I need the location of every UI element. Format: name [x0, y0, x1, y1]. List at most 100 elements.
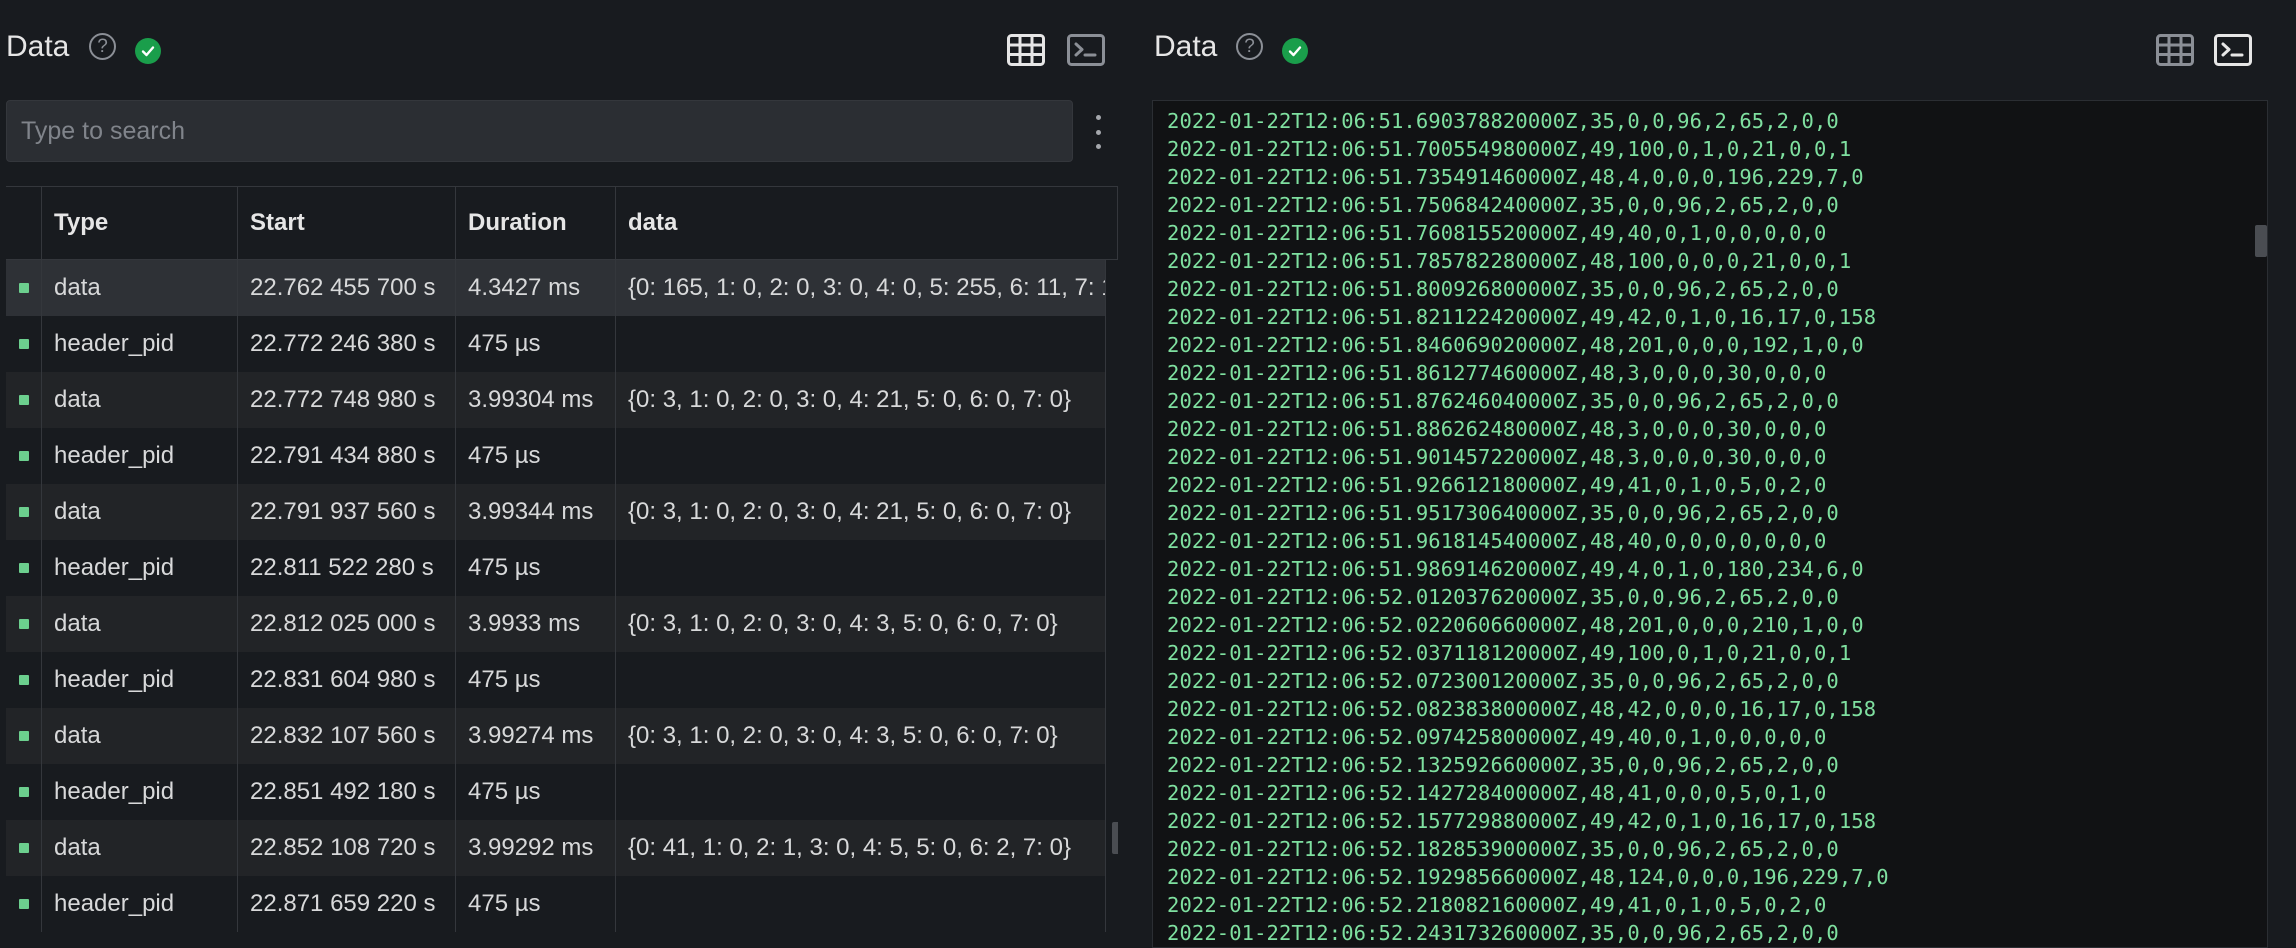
log-line: 2022-01-22T12:06:52.192985660000Z,48,124… — [1167, 865, 1889, 889]
console-view-button[interactable] — [2212, 30, 2254, 70]
log-line: 2022-01-22T12:06:51.961814540000Z,48,40,… — [1167, 529, 1827, 553]
cell-type: header_pid — [42, 428, 238, 484]
cell-start: 22.851 492 180 s — [238, 764, 456, 820]
console-view-button[interactable] — [1065, 30, 1107, 70]
cell-type: data — [42, 596, 238, 652]
cell-type: data — [42, 708, 238, 764]
cell-start: 22.772 748 980 s — [238, 372, 456, 428]
scrollbar-thumb[interactable] — [1112, 822, 1118, 854]
cell-type: data — [42, 484, 238, 540]
row-marker-cell — [6, 652, 42, 708]
cell-data — [616, 316, 1106, 372]
row-marker-cell — [6, 372, 42, 428]
terminal-icon — [1067, 34, 1105, 66]
table-row[interactable]: data 22.852 108 720 s 3.99292 ms {0: 41, 1:… — [6, 820, 1106, 876]
log-line: 2022-01-22T12:06:51.821122420000Z,49,42,… — [1167, 305, 1877, 329]
row-marker-cell — [6, 484, 42, 540]
log-line: 2022-01-22T12:06:52.243173260000Z,35,0,0… — [1167, 921, 1839, 945]
table-row[interactable]: header_pid 22.851 492 180 s 475 µs — [6, 764, 1106, 820]
log-line: 2022-01-22T12:06:51.800926800000Z,35,0,0… — [1167, 277, 1839, 301]
log-line: 2022-01-22T12:06:52.097425800000Z,49,40,… — [1167, 725, 1827, 749]
cell-duration: 3.99292 ms — [456, 820, 616, 876]
log-line: 2022-01-22T12:06:52.012037620000Z,35,0,0… — [1167, 585, 1839, 609]
row-marker-icon — [19, 451, 29, 461]
marker-column-header — [6, 187, 42, 259]
data-table: Type Start Duration data data 22.762 455 … — [6, 186, 1118, 948]
row-marker-icon — [19, 339, 29, 349]
column-header-duration[interactable]: Duration — [456, 187, 616, 259]
cell-type: data — [42, 260, 238, 316]
cell-data — [616, 428, 1106, 484]
cell-data — [616, 652, 1106, 708]
cell-duration: 3.99274 ms — [456, 708, 616, 764]
row-marker-icon — [19, 787, 29, 797]
log-line: 2022-01-22T12:06:51.951730640000Z,35,0,0… — [1167, 501, 1839, 525]
log-line: 2022-01-22T12:06:51.785782280000Z,48,100… — [1167, 249, 1852, 273]
cell-duration: 4.3427 ms — [456, 260, 616, 316]
table-row[interactable]: data 22.812 025 000 s 3.9933 ms {0: 3, 1: 0… — [6, 596, 1106, 652]
log-line: 2022-01-22T12:06:51.861277460000Z,48,3,0… — [1167, 361, 1827, 385]
cell-data — [616, 876, 1106, 932]
cell-data: {0: 3, 1: 0, 2: 0, 3: 0, 4: 21, 5: 0, 6:… — [616, 372, 1106, 428]
cell-duration: 3.99344 ms — [456, 484, 616, 540]
row-marker-icon — [19, 507, 29, 517]
panel-title: Data — [1154, 30, 1218, 63]
table-row[interactable]: data 22.832 107 560 s 3.99274 ms {0: 3, 1: … — [6, 708, 1106, 764]
row-marker-icon — [19, 563, 29, 573]
cell-type: header_pid — [42, 540, 238, 596]
column-header-start[interactable]: Start — [238, 187, 456, 259]
cell-type: header_pid — [42, 764, 238, 820]
cell-duration: 475 µs — [456, 876, 616, 932]
panel-title: Data — [6, 30, 70, 63]
console-output[interactable]: 2022-01-22T12:06:51.690378820000Z,35,0,0… — [1152, 100, 2268, 948]
row-marker-icon — [19, 843, 29, 853]
cell-duration: 475 µs — [456, 764, 616, 820]
log-line: 2022-01-22T12:06:51.986914620000Z,49,4,0… — [1167, 557, 1864, 581]
log-line: 2022-01-22T12:06:52.072300120000Z,35,0,0… — [1167, 669, 1839, 693]
search-box — [6, 100, 1073, 162]
log-line: 2022-01-22T12:06:52.142728400000Z,48,41,… — [1167, 781, 1827, 805]
log-line: 2022-01-22T12:06:51.886262480000Z,48,3,0… — [1167, 417, 1827, 441]
row-marker-cell — [6, 428, 42, 484]
row-marker-icon — [19, 619, 29, 629]
cell-duration: 475 µs — [456, 652, 616, 708]
terminal-icon — [2214, 34, 2252, 66]
kebab-menu-icon[interactable] — [1090, 115, 1106, 149]
log-line: 2022-01-22T12:06:52.022060660000Z,48,201… — [1167, 613, 1864, 637]
table-view-button[interactable] — [2154, 30, 2196, 70]
table-row[interactable]: header_pid 22.831 604 980 s 475 µs — [6, 652, 1106, 708]
question-circle-icon[interactable]: ? — [1236, 33, 1263, 60]
log-line: 2022-01-22T12:06:52.182853900000Z,35,0,0… — [1167, 837, 1839, 861]
cell-type: header_pid — [42, 316, 238, 372]
log-line: 2022-01-22T12:06:51.846069020000Z,48,201… — [1167, 333, 1864, 357]
table-row[interactable]: header_pid 22.772 246 380 s 475 µs — [6, 316, 1106, 372]
log-line: 2022-01-22T12:06:51.690378820000Z,35,0,0… — [1167, 109, 1839, 133]
table-header: Type Start Duration data — [6, 186, 1118, 260]
row-marker-cell — [6, 316, 42, 372]
table-row[interactable]: data 22.762 455 700 s 4.3427 ms {0: 165, 1:… — [6, 260, 1106, 316]
row-marker-cell — [6, 708, 42, 764]
table-icon — [2156, 34, 2194, 66]
column-header-type[interactable]: Type — [42, 187, 238, 259]
cell-data: {0: 3, 1: 0, 2: 0, 3: 0, 4: 21, 5: 0, 6:… — [616, 484, 1106, 540]
table-row[interactable]: header_pid 22.871 659 220 s 475 µs — [6, 876, 1106, 932]
cell-type: header_pid — [42, 652, 238, 708]
column-header-data[interactable]: data — [616, 187, 1118, 259]
cell-data — [616, 540, 1106, 596]
log-line: 2022-01-22T12:06:52.157729880000Z,49,42,… — [1167, 809, 1877, 833]
table-row[interactable]: data 22.791 937 560 s 3.99344 ms {0: 3, 1: … — [6, 484, 1106, 540]
table-row[interactable]: header_pid 22.791 434 880 s 475 µs — [6, 428, 1106, 484]
scrollbar-thumb[interactable] — [2255, 225, 2267, 257]
table-row[interactable]: data 22.772 748 980 s 3.99304 ms {0: 3, 1: … — [6, 372, 1106, 428]
row-marker-cell — [6, 260, 42, 316]
table-view-button[interactable] — [1005, 30, 1047, 70]
table-row[interactable]: header_pid 22.811 522 280 s 475 µs — [6, 540, 1106, 596]
check-circle-icon — [1282, 38, 1308, 64]
row-marker-icon — [19, 899, 29, 909]
log-line: 2022-01-22T12:06:52.082383800000Z,48,42,… — [1167, 697, 1877, 721]
cell-start: 22.791 937 560 s — [238, 484, 456, 540]
row-marker-icon — [19, 675, 29, 685]
log-line: 2022-01-22T12:06:52.132592660000Z,35,0,0… — [1167, 753, 1839, 777]
question-circle-icon[interactable]: ? — [89, 33, 116, 60]
search-input[interactable] — [7, 101, 1072, 161]
